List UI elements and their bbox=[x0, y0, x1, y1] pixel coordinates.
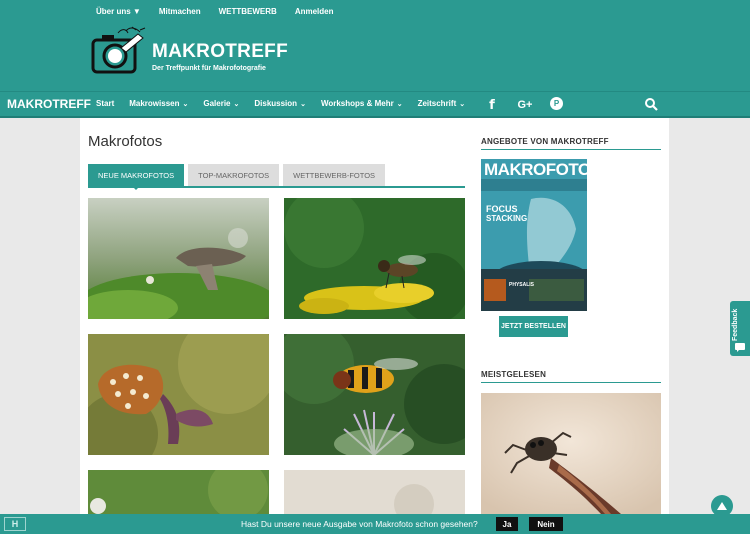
page-title: Makrofotos bbox=[88, 133, 163, 150]
main-nav: MAKROTREFF Start Makrowissen ⌄ Galerie ⌄… bbox=[0, 91, 750, 118]
pinterest-icon[interactable]: P bbox=[550, 97, 563, 110]
popular-divider bbox=[481, 382, 661, 383]
top-link-mitmachen[interactable]: Mitmachen bbox=[159, 7, 201, 16]
photo-wasp-fly[interactable] bbox=[284, 334, 465, 455]
nav-item-label: Start bbox=[96, 99, 115, 108]
nav-items: Start Makrowissen ⌄ Galerie ⌄ Diskussion… bbox=[96, 99, 480, 108]
yes-button[interactable]: Ja bbox=[496, 517, 518, 531]
photo-tabs: NEUE MAKROFOTOS TOP-MAKROFOTOS WETTBEWER… bbox=[88, 164, 386, 190]
order-button[interactable]: JETZT BESTELLEN bbox=[499, 316, 568, 337]
tab-underline bbox=[88, 186, 465, 188]
magazine-cover-small: PHYSALIS bbox=[509, 282, 535, 288]
photo-beige[interactable] bbox=[284, 470, 465, 514]
chevron-down-icon: ⌄ bbox=[233, 100, 240, 108]
nav-item-makrowissen[interactable]: Makrowissen ⌄ bbox=[129, 99, 188, 108]
nav-item-label: Workshops & Mehr bbox=[320, 99, 394, 108]
popular-heading: MEISTGELESEN bbox=[481, 370, 547, 379]
tab-top-makrofotos[interactable]: TOP-MAKROFOTOS bbox=[188, 164, 280, 186]
google-plus-icon[interactable]: G+ bbox=[515, 96, 535, 114]
search-icon[interactable] bbox=[644, 97, 658, 111]
magazine-cover-line1: FOCUS bbox=[486, 204, 518, 214]
magazine-cover[interactable]: MAKROFOTO FOCUS STACKING PHYSALIS bbox=[481, 159, 587, 311]
magazine-cover-line2: STACKING bbox=[486, 214, 528, 223]
no-button[interactable]: Nein bbox=[529, 517, 563, 531]
bottom-notification-bar: H Hast Du unsere neue Ausgabe von Makrof… bbox=[0, 514, 750, 534]
chevron-down-icon: ⌄ bbox=[300, 100, 306, 108]
photo-jumping-spider[interactable] bbox=[481, 393, 661, 514]
photo-mushroom[interactable] bbox=[88, 198, 269, 319]
chevron-down-icon: ⌄ bbox=[182, 100, 189, 108]
tab-neue-makrofotos[interactable]: NEUE MAKROFOTOS bbox=[88, 164, 185, 190]
top-links: Über uns ▼ Mitmachen WETTBEWERB Anmelden bbox=[96, 7, 334, 16]
top-link-wettbewerb[interactable]: WETTBEWERB bbox=[219, 7, 277, 16]
nav-item-label: Diskussion bbox=[254, 99, 298, 108]
nav-item-workshops[interactable]: Workshops & Mehr ⌄ bbox=[321, 99, 403, 108]
site-title[interactable]: MAKROTREFF bbox=[152, 41, 288, 63]
top-link-about[interactable]: Über uns ▼ bbox=[96, 7, 141, 16]
feedback-tab[interactable]: Feedback bbox=[730, 301, 750, 356]
top-header: Über uns ▼ Mitmachen WETTBEWERB Anmelden… bbox=[0, 0, 750, 91]
tab-wettbewerb-fotos[interactable]: WETTBEWERB-FOTOS bbox=[283, 164, 386, 186]
facebook-icon[interactable]: f bbox=[486, 96, 498, 114]
bottom-bar-question: Hast Du unsere neue Ausgabe von Makrofot… bbox=[241, 519, 478, 529]
nav-item-label: Zeitschrift bbox=[417, 99, 457, 108]
nav-brand[interactable]: MAKROTREFF bbox=[7, 97, 91, 111]
magazine-title: MAKROFOTO bbox=[484, 160, 587, 179]
photo-green[interactable] bbox=[88, 470, 269, 514]
nav-item-label: Makrowissen bbox=[129, 99, 180, 108]
photo-hoverfly[interactable] bbox=[284, 198, 465, 319]
chevron-down-icon: ⌄ bbox=[459, 100, 466, 108]
nav-item-start[interactable]: Start bbox=[96, 99, 114, 108]
magazine-cover-art bbox=[481, 159, 587, 311]
offers-divider bbox=[481, 149, 661, 150]
arrow-up-icon bbox=[717, 502, 727, 510]
camera-logo-icon[interactable] bbox=[90, 24, 150, 76]
feedback-label: Feedback bbox=[732, 308, 739, 341]
site-subtitle: Der Treffpunkt für Makrofotografie bbox=[152, 65, 266, 72]
nav-item-label: Galerie bbox=[203, 99, 231, 108]
nav-item-galerie[interactable]: Galerie ⌄ bbox=[203, 99, 239, 108]
top-link-anmelden[interactable]: Anmelden bbox=[295, 7, 334, 16]
offers-heading: ANGEBOTE VON MAKROTREFF bbox=[481, 137, 609, 146]
nav-item-diskussion[interactable]: Diskussion ⌄ bbox=[254, 99, 306, 108]
nav-item-zeitschrift[interactable]: Zeitschrift ⌄ bbox=[418, 99, 466, 108]
photo-butterfly[interactable] bbox=[88, 334, 269, 455]
chat-icon bbox=[735, 343, 745, 352]
chevron-down-icon: ⌄ bbox=[396, 100, 403, 108]
hello-bar-icon[interactable]: H bbox=[4, 517, 26, 531]
